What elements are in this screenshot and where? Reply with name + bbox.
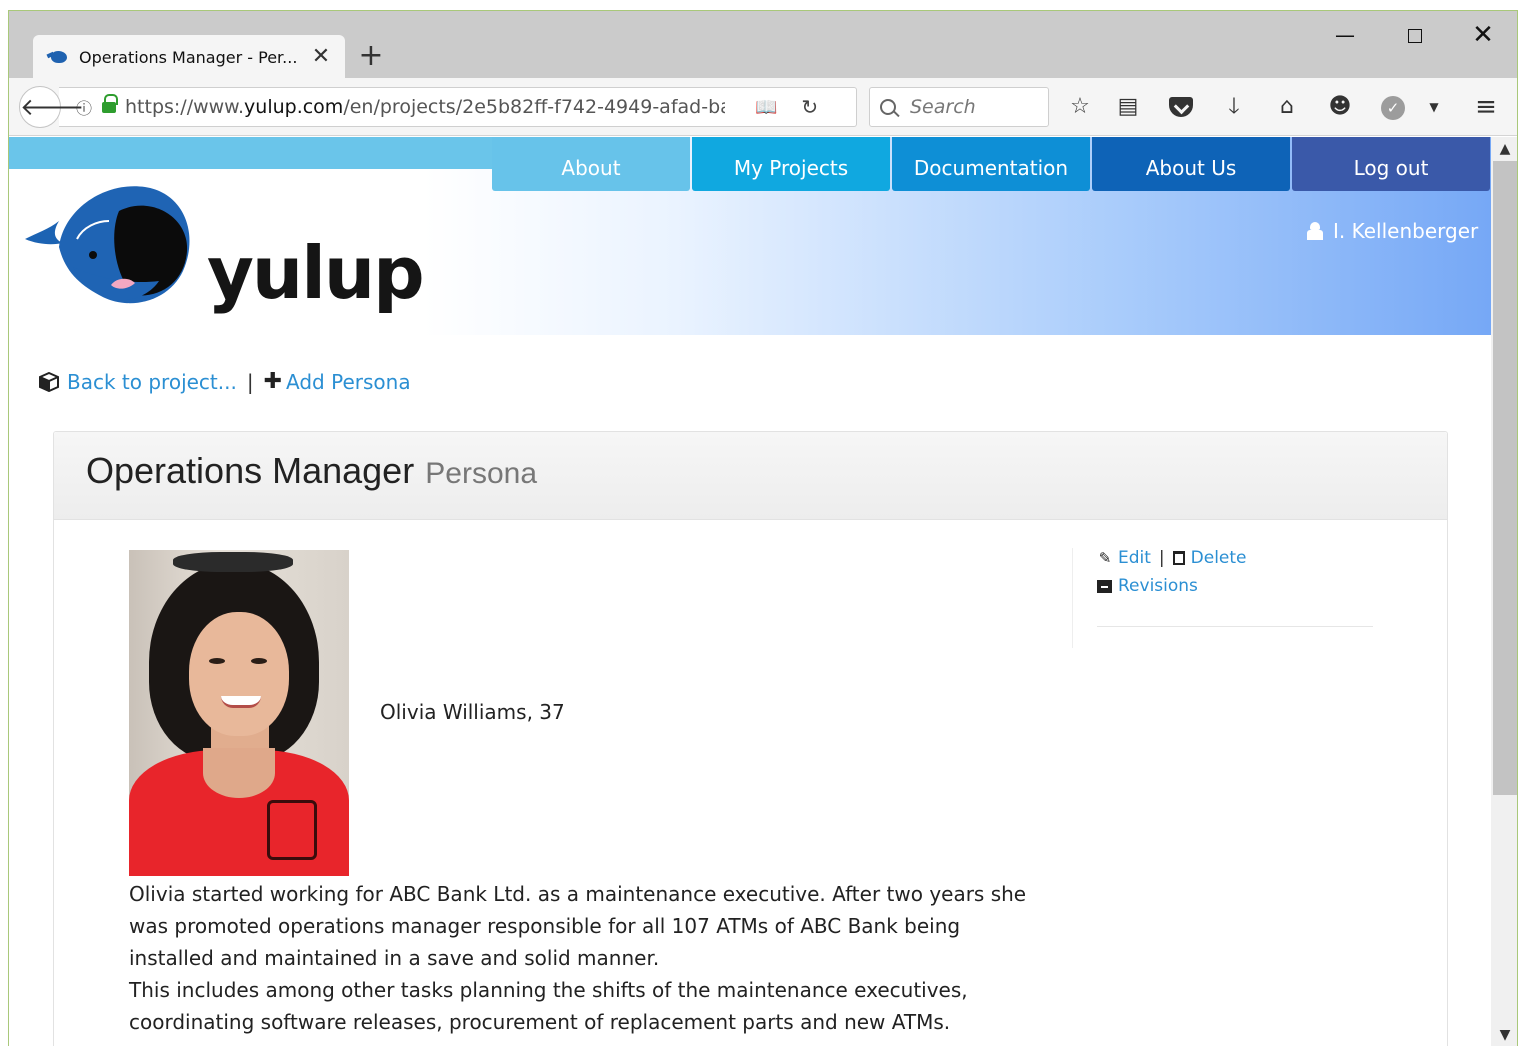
plus-icon: ✚: [263, 369, 283, 394]
pocket-icon[interactable]: [1166, 92, 1196, 122]
edit-link[interactable]: Edit: [1118, 548, 1151, 568]
bio-paragraph: This includes among other tasks planning…: [129, 978, 968, 1034]
breadcrumb: Back to project... | ✚ Add Persona: [39, 369, 411, 394]
breadcrumb-separator: |: [246, 369, 254, 394]
persona-actions: ✎ Edit | Delete Revisions: [1072, 548, 1373, 648]
scroll-down-icon[interactable]: ▼: [1491, 1023, 1517, 1046]
lock-icon: [101, 94, 118, 114]
persona-name-age: Olivia Williams, 37: [380, 700, 565, 724]
logo-text: yulup: [207, 231, 425, 315]
minimize-icon[interactable]: —: [1325, 21, 1365, 51]
trash-icon: [1172, 551, 1185, 565]
reader-view-icon[interactable]: 📖: [755, 97, 777, 118]
chevron-down-icon[interactable]: ▼: [1419, 92, 1449, 122]
whale-favicon-icon: [47, 49, 69, 65]
persona-bio: Olivia started working for ABC Bank Ltd.…: [129, 878, 1049, 1038]
revisions-row: Revisions: [1097, 576, 1372, 596]
hamburger-menu-icon[interactable]: ≡: [1471, 92, 1501, 122]
menu-about[interactable]: About: [492, 137, 690, 191]
panel-header: Operations Manager Persona: [54, 432, 1447, 520]
bio-paragraph: Olivia started working for ABC Bank Ltd.…: [129, 882, 1027, 970]
tab-strip: Operations Manager - Per... ✕ + — ✕: [9, 11, 1517, 79]
back-arrow-icon[interactable]: 🡐: [19, 86, 84, 128]
menu-documentation[interactable]: Documentation: [892, 137, 1090, 191]
yulup-logo[interactable]: yulup: [23, 181, 425, 331]
browser-toolbar: ⓘ https://www.yulup.com/en/projects/2e5b…: [9, 78, 1517, 136]
extension-icon[interactable]: ✓: [1378, 92, 1408, 122]
scroll-up-icon[interactable]: ▲: [1491, 137, 1517, 161]
whale-logo-icon: [25, 186, 190, 304]
pencil-icon: ✎: [1098, 549, 1112, 567]
cube-icon: [39, 371, 59, 392]
persona-panel: Operations Manager Persona Olivia Willia…: [53, 431, 1448, 1046]
feedback-smiley-icon[interactable]: ☻: [1325, 92, 1355, 122]
bookmarks-list-icon[interactable]: ▤: [1113, 92, 1143, 122]
revisions-link[interactable]: Revisions: [1118, 576, 1198, 596]
url-bar[interactable]: ⓘ https://www.yulup.com/en/projects/2e5b…: [59, 87, 857, 127]
archive-icon: [1097, 579, 1112, 593]
search-placeholder: Search: [910, 96, 976, 118]
page-subtitle: Persona: [425, 457, 538, 490]
delete-link[interactable]: Delete: [1191, 548, 1247, 568]
bookmark-star-icon[interactable]: ☆: [1065, 92, 1095, 122]
page-viewport: About My Projects Documentation About Us…: [9, 137, 1491, 1046]
browser-window: Operations Manager - Per... ✕ + — ✕ ⓘ ht…: [8, 10, 1518, 1046]
actions-divider: [1097, 626, 1373, 627]
action-separator: |: [1158, 548, 1165, 568]
header-band: [9, 137, 492, 169]
main-menu: About My Projects Documentation About Us…: [492, 137, 1491, 191]
user-name: I. Kellenberger: [1333, 219, 1479, 243]
scroll-thumb[interactable]: [1493, 161, 1517, 795]
search-icon: [880, 99, 896, 115]
download-icon[interactable]: 🡓: [1219, 92, 1249, 122]
vertical-scrollbar[interactable]: ▲ ▼: [1491, 137, 1517, 1046]
new-tab-icon[interactable]: +: [357, 41, 385, 71]
url-text[interactable]: https://www.yulup.com/en/projects/2e5b82…: [125, 96, 725, 118]
user-icon: [1307, 222, 1323, 240]
menu-my-projects[interactable]: My Projects: [692, 137, 890, 191]
edit-delete-row: ✎ Edit | Delete: [1097, 548, 1372, 568]
maximize-icon[interactable]: [1395, 21, 1435, 51]
persona-photo: [129, 550, 349, 876]
tab-title: Operations Manager - Per...: [79, 47, 298, 67]
page-title: Operations Manager: [86, 450, 415, 491]
add-persona-link[interactable]: Add Persona: [286, 370, 411, 394]
user-link[interactable]: I. Kellenberger: [1307, 219, 1478, 243]
reload-icon[interactable]: ↻: [801, 95, 818, 119]
menu-log-out[interactable]: Log out: [1292, 137, 1490, 191]
site-header: About My Projects Documentation About Us…: [9, 137, 1491, 335]
close-window-icon[interactable]: ✕: [1463, 21, 1503, 51]
close-tab-icon[interactable]: ✕: [309, 46, 333, 68]
back-to-project-link[interactable]: Back to project...: [67, 370, 237, 394]
search-input[interactable]: Search: [869, 87, 1049, 127]
menu-about-us[interactable]: About Us: [1092, 137, 1290, 191]
home-icon[interactable]: ⌂: [1272, 92, 1302, 122]
browser-tab[interactable]: Operations Manager - Per... ✕: [33, 35, 345, 79]
